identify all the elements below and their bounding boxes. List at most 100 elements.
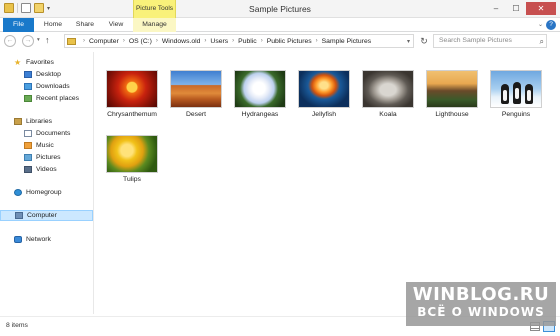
star-icon: ★ — [14, 57, 22, 67]
sidebar-item-music[interactable]: Music — [0, 140, 93, 151]
breadcrumb-sample-pictures[interactable]: Sample Pictures — [322, 38, 372, 45]
file-name: Hydrangeas — [241, 111, 279, 118]
search-icon[interactable]: ⌕ — [540, 36, 544, 48]
documents-icon — [24, 130, 32, 137]
ribbon-tabs: File Home Share View Manage ⌄ ? — [0, 18, 560, 32]
breadcrumb-separator[interactable]: › — [156, 38, 158, 44]
sidebar-item-label: Pictures — [36, 154, 61, 161]
expand-ribbon-chevron-icon[interactable]: ⌄ — [538, 21, 543, 28]
breadcrumb-os-drive[interactable]: OS (C:) — [129, 38, 152, 45]
search-input[interactable]: Search Sample Pictures ⌕ — [433, 34, 547, 48]
properties-icon[interactable] — [21, 3, 31, 13]
help-icon[interactable]: ? — [546, 20, 556, 30]
navigation-bar: ← → ▾ ↑ › Computer › OS (C:) › Windows.o… — [0, 32, 560, 50]
file-name: Koala — [379, 111, 397, 118]
downloads-icon — [24, 83, 32, 90]
sidebar-item-pictures[interactable]: Pictures — [0, 152, 93, 163]
homegroup-icon — [14, 189, 22, 196]
tab-view[interactable]: View — [103, 18, 129, 32]
watermark: WINBLOG.RU ВСЁ О WINDOWS — [406, 282, 556, 326]
close-button[interactable]: ✕ — [526, 2, 556, 15]
list-item[interactable]: Lighthouse — [423, 70, 481, 130]
sidebar-item-label: Homegroup — [26, 189, 62, 196]
sidebar-item-label: Downloads — [36, 83, 70, 90]
network-icon — [14, 236, 22, 243]
list-item[interactable]: Penguins — [487, 70, 545, 130]
address-folder-icon — [67, 37, 76, 45]
sidebar-item-homegroup[interactable]: Homegroup — [0, 187, 93, 198]
sidebar-item-label: Computer — [27, 212, 57, 219]
breadcrumb-separator[interactable]: › — [232, 38, 234, 44]
watermark-subtitle: ВСЁ О WINDOWS — [417, 305, 545, 319]
sidebar-item-computer[interactable]: Computer — [0, 210, 93, 221]
sidebar-item-recent-places[interactable]: Recent places — [0, 93, 93, 104]
file-name: Tulips — [123, 176, 141, 183]
title-bar: ▾ Picture Tools Sample Pictures – ☐ ✕ — [0, 0, 560, 18]
window-title: Sample Pictures — [249, 4, 311, 14]
sidebar-item-label: Libraries — [26, 118, 53, 125]
tab-share[interactable]: Share — [70, 18, 100, 32]
breadcrumb-computer[interactable]: Computer — [89, 38, 119, 45]
breadcrumb-separator[interactable]: › — [316, 38, 318, 44]
list-item[interactable]: Tulips — [103, 135, 161, 195]
toolbar-divider — [17, 3, 18, 13]
file-name: Penguins — [501, 111, 531, 118]
maximize-button[interactable]: ☐ — [506, 2, 526, 15]
tab-file[interactable]: File — [3, 18, 34, 32]
sidebar-item-documents[interactable]: Documents — [0, 128, 93, 139]
breadcrumb-public[interactable]: Public — [238, 38, 257, 45]
list-item[interactable]: Jellyfish — [295, 70, 353, 130]
breadcrumb-separator[interactable]: › — [83, 38, 85, 44]
recent-locations-chevron-icon[interactable]: ▾ — [37, 37, 40, 43]
list-item[interactable]: Koala — [359, 70, 417, 130]
computer-icon — [15, 212, 23, 219]
item-count: 8 items — [6, 322, 28, 329]
sidebar-item-libraries[interactable]: Libraries — [0, 116, 93, 127]
navigation-pane: ★ Favorites Desktop Downloads Recent pla… — [0, 52, 94, 314]
sidebar-item-label: Music — [36, 142, 54, 149]
breadcrumb-separator[interactable]: › — [261, 38, 263, 44]
thumbnail — [490, 70, 542, 108]
thumbnail — [106, 135, 158, 173]
breadcrumb-windows-old[interactable]: Windows.old — [162, 38, 201, 45]
minimize-button[interactable]: – — [486, 2, 506, 15]
forward-button[interactable]: → — [22, 35, 34, 47]
file-name: Desert — [185, 111, 207, 118]
breadcrumb-separator[interactable]: › — [123, 38, 125, 44]
videos-icon — [24, 166, 32, 173]
thumbnail — [106, 70, 158, 108]
sidebar-item-label: Recent places — [36, 95, 80, 102]
sidebar-item-videos[interactable]: Videos — [0, 164, 93, 175]
sidebar-item-label: Favorites — [26, 59, 54, 66]
libraries-icon — [14, 118, 22, 125]
back-button[interactable]: ← — [4, 35, 16, 47]
sidebar-item-downloads[interactable]: Downloads — [0, 81, 93, 92]
sidebar-item-label: Network — [26, 236, 51, 243]
list-item[interactable]: Chrysanthemum — [103, 70, 161, 130]
breadcrumb-separator[interactable]: › — [204, 38, 206, 44]
customize-toolbar-chevron-icon[interactable]: ▾ — [47, 5, 50, 12]
breadcrumb-users[interactable]: Users — [210, 38, 228, 45]
watermark-title: WINBLOG.RU — [412, 284, 550, 305]
tab-manage[interactable]: Manage — [133, 18, 176, 32]
sidebar-item-network[interactable]: Network — [0, 234, 93, 245]
quick-access-toolbar: ▾ — [4, 3, 50, 13]
refresh-icon[interactable]: ↻ — [418, 35, 430, 47]
thumbnail — [362, 70, 414, 108]
breadcrumb-public-pictures[interactable]: Public Pictures — [267, 38, 312, 45]
list-item[interactable]: Hydrangeas — [231, 70, 289, 130]
tab-home[interactable]: Home — [38, 18, 68, 32]
thumbnail — [234, 70, 286, 108]
folder-icon — [4, 3, 14, 13]
list-item[interactable]: Desert — [167, 70, 225, 130]
desktop-icon — [24, 71, 32, 78]
sidebar-item-desktop[interactable]: Desktop — [0, 69, 93, 80]
sidebar-item-label: Videos — [36, 166, 57, 173]
sidebar-item-favorites[interactable]: ★ Favorites — [0, 57, 93, 68]
sidebar-item-label: Desktop — [36, 71, 61, 78]
new-folder-icon[interactable] — [34, 3, 44, 13]
address-bar[interactable]: › Computer › OS (C:) › Windows.old › Use… — [64, 34, 414, 48]
up-button[interactable]: ↑ — [45, 35, 50, 45]
file-name: Lighthouse — [435, 111, 469, 118]
address-dropdown-chevron-icon[interactable]: ▾ — [407, 38, 410, 45]
